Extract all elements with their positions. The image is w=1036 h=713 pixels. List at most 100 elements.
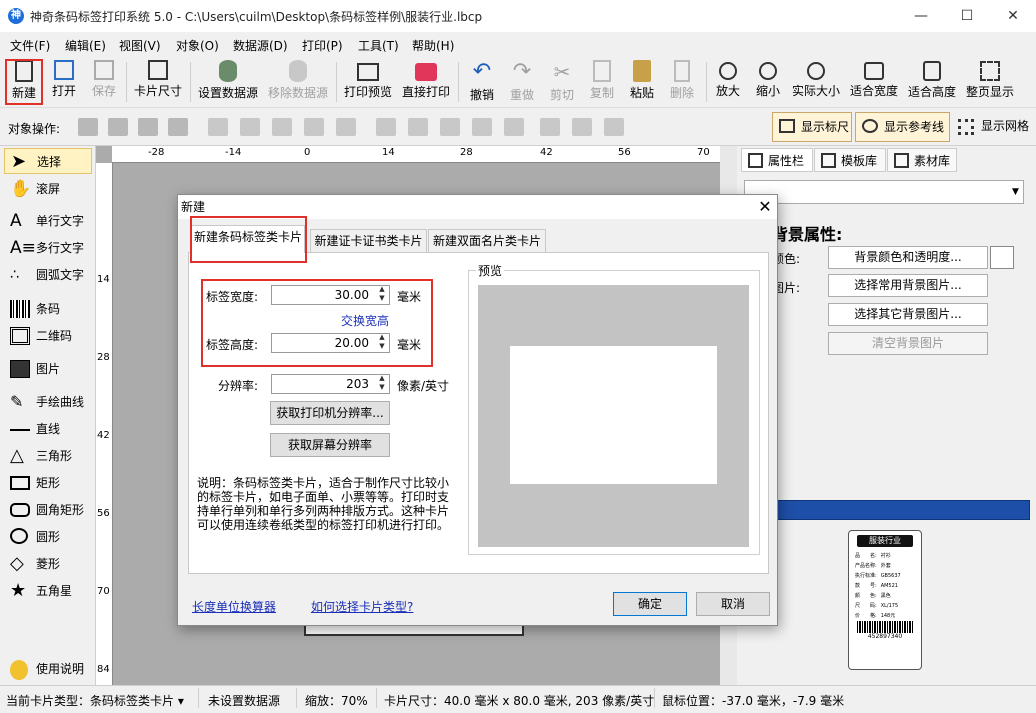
bg-color-button[interactable]: 背景颜色和透明度... [828,246,988,269]
align-bottom-icon[interactable] [440,118,460,136]
menu-edit[interactable]: 编辑(E) [65,37,106,54]
chevron-down-icon[interactable]: ▼ [1008,181,1023,203]
distribute-icon[interactable] [304,118,324,136]
tool-image[interactable]: 图片 [4,356,92,382]
align-middle-icon[interactable] [408,118,428,136]
card-size-button[interactable]: 卡片尺寸 [132,58,184,106]
cancel-button[interactable]: 取消 [696,592,770,616]
menu-datasource[interactable]: 数据源(D) [233,37,288,54]
lock-icon[interactable] [604,118,624,136]
ungroup-icon[interactable] [572,118,592,136]
clear-bg-image-button[interactable]: 清空背景图片 [828,332,988,355]
library-icon [894,153,909,168]
menu-tools[interactable]: 工具(T) [358,37,399,54]
remove-datasource-button[interactable]: 移除数据源 [266,58,330,106]
tool-label: 选择 [37,155,62,169]
how-to-choose-link[interactable]: 如何选择卡片类型? [311,598,413,615]
tool-scroll[interactable]: ✋ 滚屏 [4,176,92,202]
layer-icon[interactable] [138,118,158,136]
paste-button[interactable]: 粘贴 [624,58,660,106]
bg-other-image-button[interactable]: 选择其它背景图片... [828,303,988,326]
fit-width-button[interactable]: 适合宽度 [848,58,900,106]
tool-select[interactable]: ➤ 选择 [4,148,92,174]
maximize-button[interactable]: ☐ [944,0,990,32]
distribute-icon[interactable] [504,118,524,136]
distribute-icon[interactable] [336,118,356,136]
dialog-close-button[interactable]: ✕ [753,195,777,219]
dialog-title: 新建 [181,200,206,214]
dpi-spinner[interactable]: ▲ ▼ [375,374,389,394]
tool-label: 矩形 [36,476,61,490]
menu-object[interactable]: 对象(O) [176,37,219,54]
get-printer-dpi-button[interactable]: 获取打印机分辨率... [270,401,390,425]
card-type-status[interactable]: 当前卡片类型：条码标签类卡片 ▾ [6,692,184,709]
menu-help[interactable]: 帮助(H) [412,37,454,54]
zoom-out-button[interactable]: 缩小 [750,58,786,106]
layer-icon[interactable] [108,118,128,136]
align-left-icon[interactable] [208,118,228,136]
tool-star[interactable]: ★ 五角星 [4,578,92,604]
direct-print-button[interactable]: 直接打印 [400,58,452,106]
fit-page-button[interactable]: 整页显示 [964,58,1016,106]
menu-view[interactable]: 视图(V) [119,37,161,54]
unit-converter-link[interactable]: 长度单位换算器 [192,598,276,615]
copy-button[interactable]: 复制 [584,58,620,106]
distribute-icon[interactable] [472,118,492,136]
layer-icon[interactable] [78,118,98,136]
menu-print[interactable]: 打印(P) [302,37,343,54]
tab-templates[interactable]: 模板库 [814,148,886,172]
tab-properties[interactable]: 属性栏 [741,148,813,172]
dpi-field[interactable]: 203 [271,374,390,394]
tool-line[interactable]: 直线 [4,416,92,442]
thumb-row: 款 号: AM521 [855,581,921,591]
tab-id-card[interactable]: 新建证卡证书类卡片 [310,229,427,252]
save-button[interactable]: 保存 [86,58,122,106]
paste-label: 粘贴 [629,86,654,100]
delete-button[interactable]: 删除 [664,58,700,106]
object-selector[interactable] [744,180,1024,204]
ruler-tick: 28 [97,352,110,363]
align-center-icon[interactable] [240,118,260,136]
group-icon[interactable] [540,118,560,136]
ok-button[interactable]: 确定 [613,592,687,616]
tool-diamond[interactable]: ◇ 菱形 [4,551,92,577]
tool-rectangle[interactable]: 矩形 [4,470,92,496]
list-icon [748,153,763,168]
redo-button[interactable]: ↷ 重做 [504,58,540,106]
tool-single-line-text[interactable]: A 单行文字 [4,208,92,234]
get-screen-dpi-button[interactable]: 获取屏幕分辨率 [270,433,390,457]
open-button[interactable]: 打开 [46,58,82,106]
tool-circle[interactable]: 圆形 [4,524,92,550]
tool-arc-text[interactable]: ∴ 圆弧文字 [4,262,92,288]
undo-button[interactable]: ↶ 撤销 [464,58,500,106]
tool-triangle[interactable]: △ 三角形 [4,443,92,469]
tool-qrcode[interactable]: 二维码 [4,323,92,349]
fit-height-icon [923,61,941,81]
cut-button[interactable]: ✂ 剪切 [544,58,580,106]
set-datasource-button[interactable]: 设置数据源 [196,58,260,106]
hand-icon: ✋ [10,179,32,199]
preview-card [510,346,717,484]
fit-height-button[interactable]: 适合高度 [906,58,958,106]
zoom-in-button[interactable]: 放大 [710,58,746,106]
tool-barcode[interactable]: 条码 [4,296,92,322]
print-preview-button[interactable]: 打印预览 [342,58,394,106]
label-thumbnail[interactable]: 服装行业 品 名: 衬衫 产品名称: 外套 执行标准: GB5637 款 号: AM521 颜 … [848,530,922,670]
bg-color-swatch[interactable] [990,246,1014,269]
thumb-row: 价 格: 148元 [855,611,921,621]
align-top-icon[interactable] [376,118,396,136]
menu-file[interactable]: 文件(F) [10,37,50,54]
tool-freehand[interactable]: ✎ 手绘曲线 [4,389,92,415]
tab-business-card[interactable]: 新建双面名片类卡片 [428,229,546,252]
help-button[interactable]: 使用说明 [4,656,92,682]
tab-assets[interactable]: 素材库 [887,148,957,172]
open-label: 打开 [51,84,76,98]
actual-size-button[interactable]: 实际大小 [790,58,842,106]
minimize-button[interactable]: — [898,0,944,32]
tool-rounded-rectangle[interactable]: 圆角矩形 [4,497,92,523]
tool-multi-line-text[interactable]: A≡ 多行文字 [4,235,92,261]
layer-icon[interactable] [168,118,188,136]
bg-common-image-button[interactable]: 选择常用背景图片... [828,274,988,297]
align-right-icon[interactable] [272,118,292,136]
close-button[interactable]: ✕ [990,0,1036,32]
